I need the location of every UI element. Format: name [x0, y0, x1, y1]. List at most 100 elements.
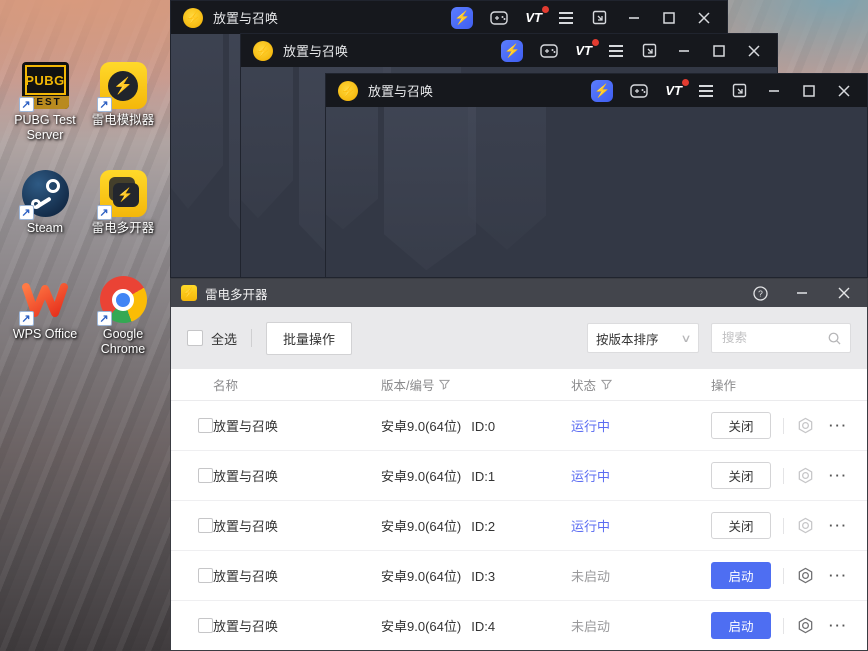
settings-icon[interactable]	[796, 466, 815, 485]
instance-name: 放置与召唤	[213, 616, 381, 635]
instance-version: 安卓9.0(64位)ID:4	[381, 616, 571, 635]
emulator-titlebar[interactable]: ⚡ 放置与召唤 ⚡ VT	[241, 34, 777, 67]
desktop-icon-google-chrome[interactable]: ↗ Google Chrome	[84, 276, 162, 357]
settings-icon[interactable]	[796, 516, 815, 535]
wps-icon: ↗	[22, 276, 69, 323]
snap-window-icon[interactable]	[730, 82, 748, 100]
vt-indicator[interactable]: VT	[575, 43, 592, 58]
desktop-icon-label: Google Chrome	[84, 327, 162, 357]
emulator-titlebar[interactable]: ⚡ 放置与召唤 ⚡ VT	[326, 74, 867, 107]
minimize-icon[interactable]	[625, 9, 643, 27]
minimize-icon[interactable]	[793, 284, 811, 302]
start-stop-button[interactable]: 关闭	[711, 412, 771, 439]
emulator-window-3: ⚡ 放置与召唤 ⚡ VT	[325, 73, 868, 278]
row-checkbox[interactable]	[198, 568, 213, 583]
start-stop-button[interactable]: 启动	[711, 612, 771, 639]
snap-window-icon[interactable]	[640, 42, 658, 60]
more-options-icon[interactable]: ···	[829, 623, 848, 629]
row-actions: 关闭 ···	[711, 462, 867, 489]
close-icon[interactable]	[835, 82, 853, 100]
ldmultiplayer-icon: ⚡ ↗	[100, 170, 147, 217]
settings-icon[interactable]	[796, 566, 815, 585]
batch-operations-button[interactable]: 批量操作	[266, 322, 352, 355]
minimize-icon[interactable]	[675, 42, 693, 60]
maximize-icon[interactable]	[800, 82, 818, 100]
search-box[interactable]	[711, 323, 851, 353]
header-status[interactable]: 状态	[571, 375, 711, 394]
snap-window-icon[interactable]	[590, 9, 608, 27]
start-stop-button[interactable]: 关闭	[711, 462, 771, 489]
start-stop-button[interactable]: 启动	[711, 562, 771, 589]
more-options-icon[interactable]: ···	[829, 423, 848, 429]
window-title: 放置与召唤	[283, 41, 348, 60]
settings-icon[interactable]	[796, 616, 815, 635]
maximize-icon[interactable]	[660, 9, 678, 27]
boost-icon[interactable]: ⚡	[591, 80, 613, 102]
divider	[783, 518, 784, 534]
status-label: 运行中	[571, 416, 711, 435]
more-options-icon[interactable]: ···	[829, 473, 848, 479]
more-options-icon[interactable]: ···	[829, 573, 848, 579]
multiplayer-window: ⚡ 雷电多开器 ? 全选 批量操作 按版本排序 ∨	[170, 278, 868, 651]
instance-version: 安卓9.0(64位)ID:3	[381, 566, 571, 585]
toolbar: 全选 批量操作 按版本排序 ∨	[171, 307, 867, 369]
menu-icon[interactable]	[699, 85, 713, 97]
row-checkbox[interactable]	[198, 618, 213, 633]
header-version[interactable]: 版本/编号	[381, 375, 571, 394]
divider	[783, 568, 784, 584]
ldplayer-icon: ⚡ ↗	[100, 62, 147, 109]
search-input[interactable]	[720, 330, 827, 346]
instance-name: 放置与召唤	[213, 566, 381, 585]
desktop-icon-ldplayer[interactable]: ⚡ ↗ 雷电模拟器	[84, 62, 162, 128]
chrome-icon: ↗	[100, 276, 147, 323]
steam-icon: ↗	[22, 170, 69, 217]
emulator-titlebar[interactable]: ⚡ 放置与召唤 ⚡ VT	[171, 1, 727, 34]
row-checkbox[interactable]	[198, 418, 213, 433]
boost-icon[interactable]: ⚡	[451, 7, 473, 29]
select-all-checkbox[interactable]	[187, 330, 203, 346]
gamepad-icon[interactable]	[490, 9, 508, 27]
instance-name: 放置与召唤	[213, 516, 381, 535]
instance-id: ID:3	[471, 569, 495, 584]
shortcut-arrow-icon: ↗	[19, 97, 34, 112]
more-options-icon[interactable]: ···	[829, 523, 848, 529]
desktop-icon-label: 雷电多开器	[92, 221, 155, 236]
close-icon[interactable]	[835, 284, 853, 302]
gamepad-icon[interactable]	[540, 42, 558, 60]
maximize-icon[interactable]	[710, 42, 728, 60]
sort-dropdown[interactable]: 按版本排序 ∨	[587, 323, 699, 353]
notification-dot	[542, 6, 549, 13]
table-row: 放置与召唤 安卓9.0(64位)ID:3 未启动 启动 ···	[171, 551, 867, 601]
table-row: 放置与召唤 安卓9.0(64位)ID:4 未启动 启动 ···	[171, 601, 867, 650]
vt-indicator[interactable]: VT	[525, 10, 542, 25]
row-checkbox[interactable]	[198, 518, 213, 533]
desktop-icon-steam[interactable]: ↗ Steam	[6, 170, 84, 236]
desktop-icon-pubg-test-server[interactable]: PUBGTEST ↗ PUBG Test Server	[6, 62, 84, 143]
table-row: 放置与召唤 安卓9.0(64位)ID:1 运行中 关闭 ···	[171, 451, 867, 501]
help-icon[interactable]: ?	[751, 284, 769, 302]
divider	[251, 329, 252, 347]
menu-icon[interactable]	[609, 45, 623, 57]
minimize-icon[interactable]	[765, 82, 783, 100]
instance-version: 安卓9.0(64位)ID:0	[381, 416, 571, 435]
menu-icon[interactable]	[559, 12, 573, 24]
close-icon[interactable]	[745, 42, 763, 60]
desktop-icon-ldmultiplayer[interactable]: ⚡ ↗ 雷电多开器	[84, 170, 162, 236]
shortcut-arrow-icon: ↗	[97, 311, 112, 326]
desktop-icon-wps-office[interactable]: ↗ WPS Office	[6, 276, 84, 342]
gamepad-icon[interactable]	[630, 82, 648, 100]
search-icon	[827, 331, 842, 346]
close-icon[interactable]	[695, 9, 713, 27]
shortcut-arrow-icon: ↗	[19, 205, 34, 220]
desktop-icon-label: WPS Office	[13, 327, 77, 342]
vt-indicator[interactable]: VT	[665, 83, 682, 98]
boost-icon[interactable]: ⚡	[501, 40, 523, 62]
filter-icon	[439, 379, 450, 390]
row-checkbox[interactable]	[198, 468, 213, 483]
table-header: 名称 版本/编号 状态 操作	[171, 369, 867, 401]
settings-icon[interactable]	[796, 416, 815, 435]
header-name[interactable]: 名称	[213, 375, 381, 394]
multiplayer-titlebar[interactable]: ⚡ 雷电多开器 ?	[171, 279, 867, 307]
start-stop-button[interactable]: 关闭	[711, 512, 771, 539]
instance-id: ID:2	[471, 519, 495, 534]
